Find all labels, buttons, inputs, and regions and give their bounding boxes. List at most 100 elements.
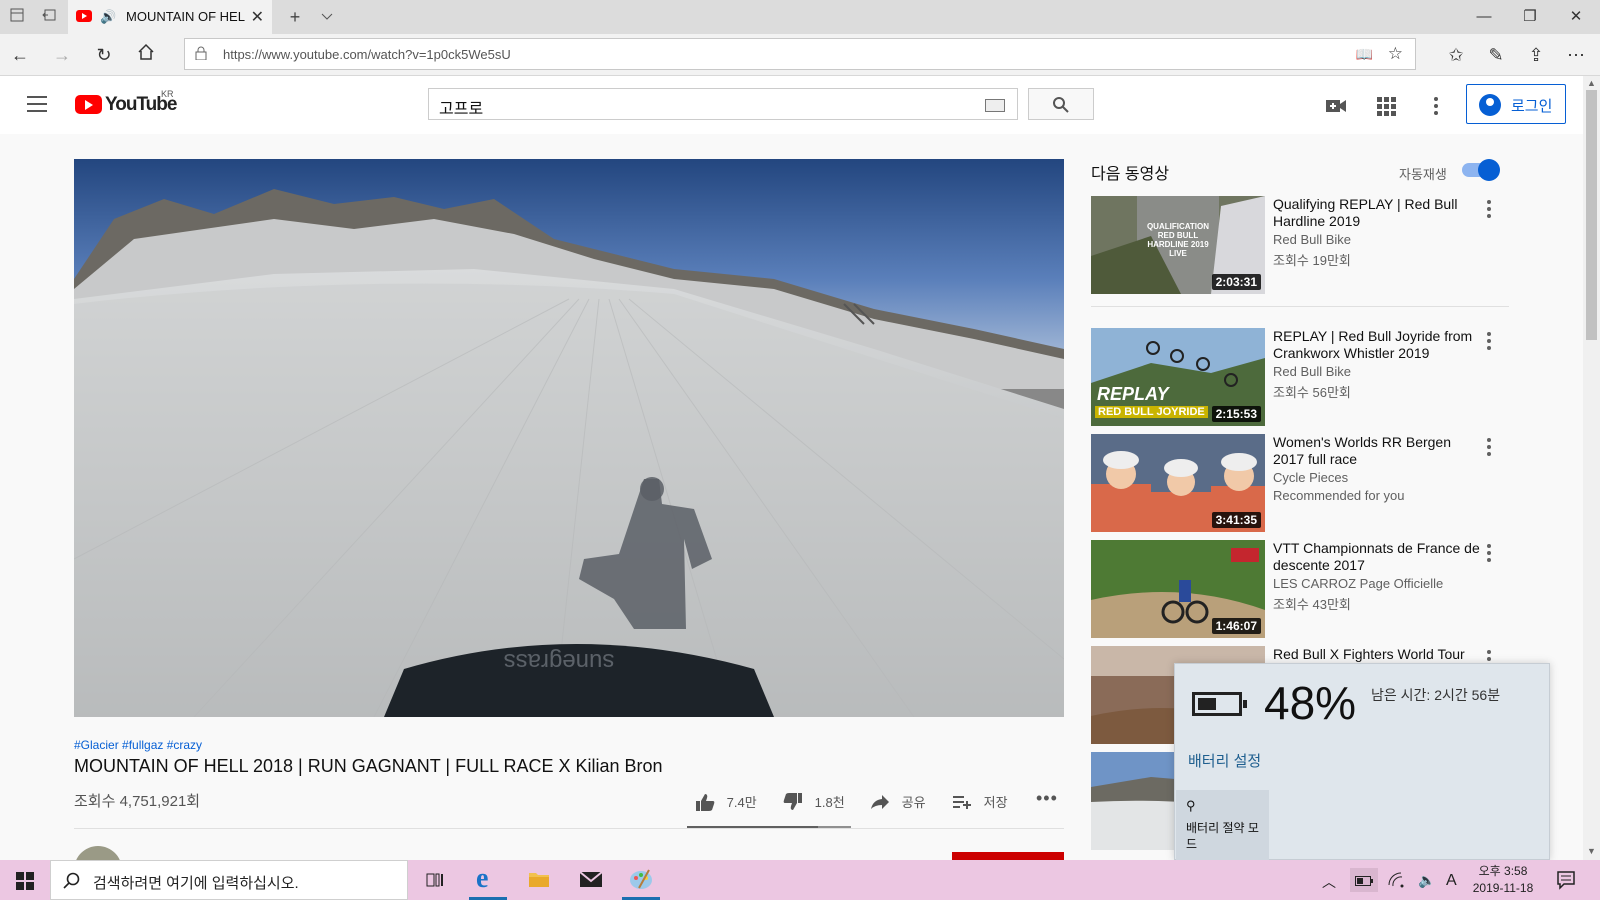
new-tab-icon[interactable]: + [284,6,306,28]
video-title[interactable]: Red Bull X Fighters World Tour [1273,646,1485,663]
like-button[interactable]: 7.4만 [695,792,757,816]
video-menu-kebab-icon[interactable] [1486,332,1492,352]
apps-grid-icon[interactable] [1374,94,1398,118]
region-code: KR [161,89,174,99]
video-thumbnail[interactable]: 3:41:35 [1091,434,1265,532]
battery-saver-icon: ⚲ [1186,798,1196,813]
virtual-keyboard-icon[interactable] [985,99,1005,112]
restore-window-icon[interactable]: ❐ [1510,6,1550,28]
file-explorer-icon[interactable] [516,860,562,900]
close-tab-icon[interactable]: ✕ [251,7,264,27]
forward-arrow-icon[interactable]: → [48,42,76,68]
video-menu-kebab-icon[interactable] [1486,544,1492,564]
battery-saver-label: 배터리 절약 모드 [1186,821,1259,851]
share-button[interactable]: 공유 [870,792,926,816]
video-thumbnail[interactable]: QUALIFICATION RED BULL HARDLINE 2019 LIV… [1091,196,1265,294]
channel-name[interactable]: Red Bull Bike [1273,232,1351,247]
video-frame: sunegrass [74,159,1064,717]
more-actions-icon[interactable]: ••• [1036,788,1058,812]
favorite-star-icon[interactable]: ☆ [1388,44,1403,64]
subscribe-button[interactable] [952,852,1064,860]
video-meta: Recommended for you [1273,488,1405,503]
video-title[interactable]: Women's Worlds RR Bergen 2017 full race [1273,434,1485,468]
dislike-button[interactable]: 1.8천 [783,792,845,816]
scroll-up-icon[interactable]: ▲ [1587,78,1596,88]
windows-start-icon[interactable] [16,872,34,890]
close-window-icon[interactable]: ✕ [1556,6,1596,28]
battery-saver-toggle[interactable]: ⚲ 배터리 절약 모드 [1176,790,1269,860]
battery-tray-icon[interactable] [1350,868,1378,892]
video-duration: 3:41:35 [1211,512,1261,528]
task-view-icon[interactable] [412,860,458,900]
taskbar-search-box[interactable]: 검색하려면 여기에 입력하십시오. [50,860,408,900]
audio-playing-icon[interactable]: 🔊 [100,9,116,25]
video-title[interactable]: VTT Championnats de France de descente 2… [1273,540,1485,574]
video-menu-kebab-icon[interactable] [1486,438,1492,458]
edge-browser-icon[interactable]: e [465,860,511,900]
share-arrow-icon [871,794,889,809]
scroll-down-icon[interactable]: ▼ [1587,846,1596,856]
video-title[interactable]: Qualifying REPLAY | Red Bull Hardline 20… [1273,196,1485,230]
video-menu-kebab-icon[interactable] [1486,200,1492,220]
svg-text:sunegrass: sunegrass [504,648,615,675]
settings-kebab-icon[interactable] [1424,94,1448,118]
battery-percent: 48% [1264,677,1357,729]
thumbnail-subcaption: RED BULL JOYRIDE [1095,406,1208,418]
thumbs-down-icon [783,792,802,810]
search-button[interactable] [1028,88,1094,120]
refresh-icon[interactable]: ↻ [90,42,118,68]
action-center-notification-icon[interactable] [1556,870,1576,893]
recommended-video-2[interactable]: REPLAY RED BULL JOYRIDE 2:15:53 REPLAY |… [1091,328,1511,426]
channel-name[interactable]: LES CARROZ Page Officielle [1273,576,1443,591]
channel-name[interactable]: Red Bull Bike [1273,364,1351,379]
browser-tab-bar: 🔊 MOUNTAIN OF HEL ✕ + — ❐ ✕ [0,0,1600,34]
minimize-window-icon[interactable]: — [1464,6,1504,28]
tab-title: MOUNTAIN OF HEL [126,9,245,24]
recommended-video-3[interactable]: 3:41:35 Women's Worlds RR Bergen 2017 fu… [1091,434,1511,532]
favorites-hub-icon[interactable]: ✩ [1442,42,1470,68]
login-button[interactable]: 로그인 [1466,84,1566,124]
network-wifi-icon[interactable] [1388,872,1406,891]
input-method-indicator[interactable]: A [1446,872,1457,890]
video-title[interactable]: REPLAY | Red Bull Joyride from Crankworx… [1273,328,1485,362]
back-arrow-icon[interactable]: ← [6,42,34,68]
save-button[interactable]: 저장 [952,792,1008,816]
channel-name[interactable]: Cycle Pieces [1273,470,1348,485]
youtube-favicon-icon [76,10,92,22]
autoplay-toggle[interactable] [1462,159,1500,181]
address-bar[interactable]: https://www.youtube.com/watch?v=1p0ck5We… [184,38,1416,70]
video-meta: 조회수 43만회 [1273,597,1351,612]
video-thumbnail[interactable]: REPLAY RED BULL JOYRIDE 2:15:53 [1091,328,1265,426]
web-note-pen-icon[interactable]: ✎ [1482,42,1510,68]
page-scrollbar[interactable]: ▲ ▼ [1583,76,1600,860]
tab-preview-chevron-icon[interactable] [316,6,338,28]
restore-tabs-icon[interactable] [38,6,60,28]
video-title: MOUNTAIN OF HELL 2018 | RUN GAGNANT | FU… [74,756,663,776]
url-text: https://www.youtube.com/watch?v=1p0ck5We… [223,47,511,62]
show-hidden-icons-chevron-icon[interactable]: ︿ [1322,872,1336,892]
tabs-aside-icon[interactable] [6,6,28,28]
video-meta: 조회수 19만회 [1273,253,1351,268]
settings-more-icon[interactable]: ⋯ [1562,42,1590,68]
recommended-video-1[interactable]: QUALIFICATION RED BULL HARDLINE 2019 LIV… [1091,196,1511,294]
mail-icon[interactable] [567,860,613,900]
reading-view-icon[interactable]: 📖 [1356,46,1373,63]
taskbar-clock[interactable]: 오후 3:58 2019-11-18 [1467,863,1539,897]
paint-icon[interactable] [618,860,664,900]
browser-tab-active[interactable]: 🔊 MOUNTAIN OF HEL ✕ [68,0,272,34]
search-input[interactable]: 고프로 [428,88,1018,120]
video-player[interactable]: sunegrass [74,159,1064,717]
thumbnail-caption: QUALIFICATION RED BULL HARDLINE 2019 LIV… [1146,222,1210,258]
scrollbar-thumb[interactable] [1586,90,1597,340]
dislike-count: 1.8천 [814,795,845,810]
recommended-video-4[interactable]: 1:46:07 VTT Championnats de France de de… [1091,540,1511,638]
create-video-icon[interactable] [1324,94,1348,118]
share-page-icon[interactable]: ⇪ [1522,42,1550,68]
video-thumbnail[interactable]: 1:46:07 [1091,540,1265,638]
home-icon[interactable] [132,42,160,68]
battery-settings-link[interactable]: 배터리 설정 [1188,750,1261,771]
volume-speaker-icon[interactable]: 🔈 [1418,872,1435,889]
hamburger-menu-icon[interactable] [27,96,47,112]
youtube-play-logo-icon [75,95,102,114]
video-hashtags[interactable]: #Glacier #fullgaz #crazy [74,738,202,752]
